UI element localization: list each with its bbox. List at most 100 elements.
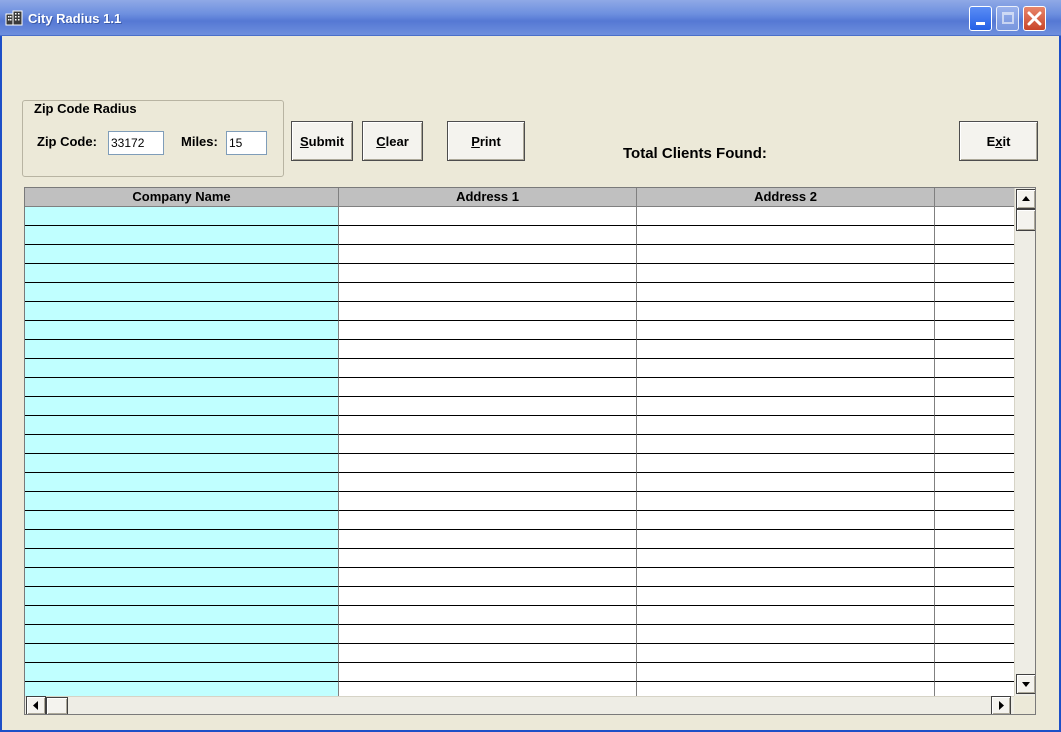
column-header-address-2[interactable]: Address 2: [637, 188, 935, 207]
table-row[interactable]: [25, 321, 1015, 340]
column-header-4[interactable]: [935, 188, 1015, 207]
table-cell[interactable]: [935, 283, 1015, 302]
table-cell[interactable]: [339, 625, 637, 644]
table-row[interactable]: [25, 302, 1015, 321]
zip-code-input[interactable]: [108, 131, 164, 155]
table-cell[interactable]: [637, 492, 935, 511]
results-grid[interactable]: Company Name Address 1 Address 2: [24, 187, 1036, 715]
table-cell[interactable]: [339, 454, 637, 473]
table-cell[interactable]: [339, 568, 637, 587]
column-header-company-name[interactable]: Company Name: [25, 188, 339, 207]
table-cell[interactable]: [339, 511, 637, 530]
table-cell[interactable]: [25, 530, 339, 549]
table-cell[interactable]: [25, 663, 339, 682]
close-button[interactable]: [1023, 6, 1046, 31]
table-cell[interactable]: [935, 416, 1015, 435]
table-cell[interactable]: [637, 587, 935, 606]
table-cell[interactable]: [339, 302, 637, 321]
table-cell[interactable]: [935, 587, 1015, 606]
table-cell[interactable]: [25, 245, 339, 264]
table-cell[interactable]: [637, 435, 935, 454]
table-cell[interactable]: [339, 473, 637, 492]
table-row[interactable]: [25, 359, 1015, 378]
table-cell[interactable]: [339, 663, 637, 682]
title-bar[interactable]: City Radius 1.1: [0, 0, 1061, 36]
table-cell[interactable]: [25, 378, 339, 397]
table-cell[interactable]: [935, 207, 1015, 226]
table-row[interactable]: [25, 606, 1015, 625]
table-cell[interactable]: [25, 606, 339, 625]
table-cell[interactable]: [637, 454, 935, 473]
table-cell[interactable]: [637, 226, 935, 245]
table-cell[interactable]: [339, 530, 637, 549]
table-cell[interactable]: [637, 283, 935, 302]
table-cell[interactable]: [339, 340, 637, 359]
table-cell[interactable]: [25, 511, 339, 530]
table-cell[interactable]: [637, 397, 935, 416]
table-cell[interactable]: [637, 378, 935, 397]
table-cell[interactable]: [637, 644, 935, 663]
table-cell[interactable]: [637, 302, 935, 321]
table-row[interactable]: [25, 663, 1015, 682]
table-cell[interactable]: [637, 359, 935, 378]
table-cell[interactable]: [935, 549, 1015, 568]
table-cell[interactable]: [339, 587, 637, 606]
table-cell[interactable]: [935, 473, 1015, 492]
minimize-button[interactable]: [969, 6, 992, 31]
table-cell[interactable]: [25, 492, 339, 511]
table-cell[interactable]: [637, 549, 935, 568]
table-cell[interactable]: [25, 226, 339, 245]
print-button[interactable]: Print: [447, 121, 525, 161]
table-cell[interactable]: [935, 378, 1015, 397]
clear-button[interactable]: Clear: [362, 121, 423, 161]
table-cell[interactable]: [25, 568, 339, 587]
table-cell[interactable]: [637, 530, 935, 549]
maximize-button[interactable]: [996, 6, 1019, 31]
table-cell[interactable]: [25, 397, 339, 416]
table-cell[interactable]: [637, 568, 935, 587]
horizontal-scrollbar[interactable]: [25, 696, 1014, 714]
table-row[interactable]: [25, 397, 1015, 416]
table-cell[interactable]: [25, 207, 339, 226]
table-cell[interactable]: [25, 302, 339, 321]
table-cell[interactable]: [637, 511, 935, 530]
table-cell[interactable]: [935, 245, 1015, 264]
table-row[interactable]: [25, 644, 1015, 663]
table-cell[interactable]: [339, 606, 637, 625]
table-cell[interactable]: [935, 302, 1015, 321]
table-cell[interactable]: [935, 606, 1015, 625]
table-cell[interactable]: [339, 492, 637, 511]
table-cell[interactable]: [339, 226, 637, 245]
table-cell[interactable]: [339, 397, 637, 416]
table-cell[interactable]: [339, 283, 637, 302]
table-cell[interactable]: [935, 359, 1015, 378]
table-cell[interactable]: [935, 492, 1015, 511]
table-cell[interactable]: [339, 644, 637, 663]
table-row[interactable]: [25, 568, 1015, 587]
table-cell[interactable]: [637, 207, 935, 226]
exit-button[interactable]: Ex it: [959, 121, 1038, 161]
table-row[interactable]: [25, 549, 1015, 568]
column-header-address-1[interactable]: Address 1: [339, 188, 637, 207]
table-cell[interactable]: [339, 359, 637, 378]
table-cell[interactable]: [339, 378, 637, 397]
table-cell[interactable]: [25, 587, 339, 606]
table-cell[interactable]: [637, 340, 935, 359]
table-cell[interactable]: [25, 644, 339, 663]
table-cell[interactable]: [339, 264, 637, 283]
table-cell[interactable]: [339, 435, 637, 454]
table-row[interactable]: [25, 492, 1015, 511]
table-cell[interactable]: [935, 435, 1015, 454]
table-cell[interactable]: [339, 245, 637, 264]
table-cell[interactable]: [935, 568, 1015, 587]
table-cell[interactable]: [25, 340, 339, 359]
table-cell[interactable]: [935, 644, 1015, 663]
table-row[interactable]: [25, 226, 1015, 245]
table-row[interactable]: [25, 207, 1015, 226]
table-cell[interactable]: [935, 530, 1015, 549]
table-cell[interactable]: [637, 245, 935, 264]
table-row[interactable]: [25, 511, 1015, 530]
table-cell[interactable]: [935, 625, 1015, 644]
table-cell[interactable]: [935, 321, 1015, 340]
table-row[interactable]: [25, 416, 1015, 435]
